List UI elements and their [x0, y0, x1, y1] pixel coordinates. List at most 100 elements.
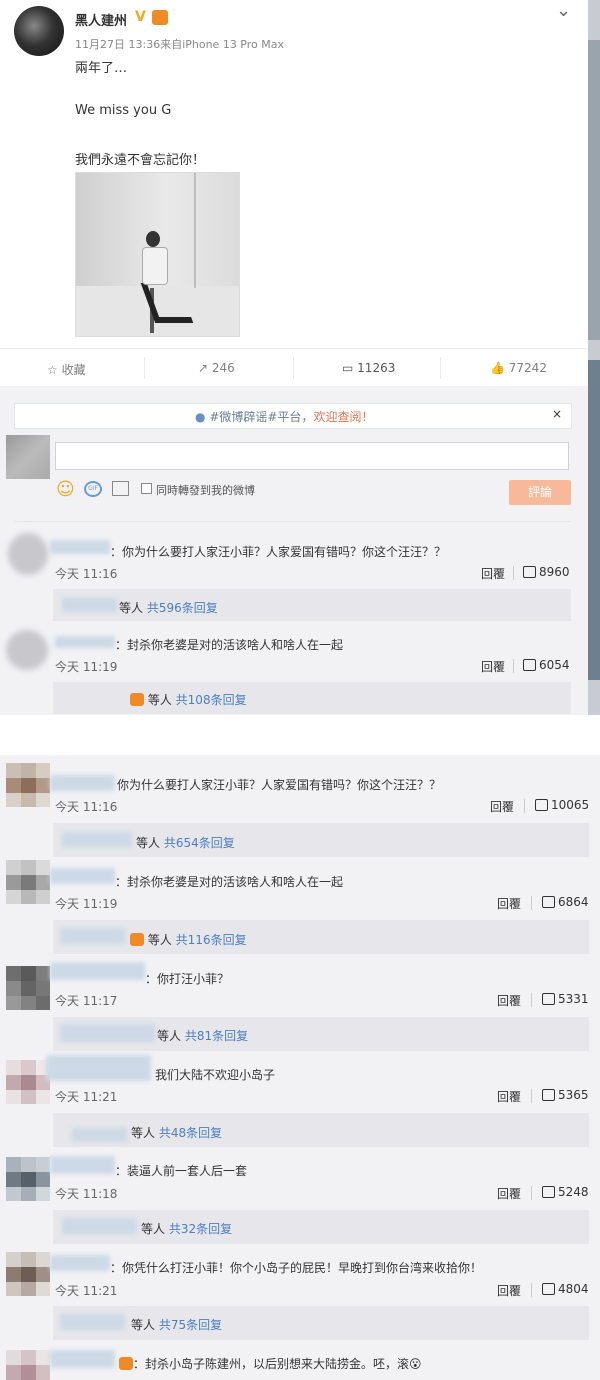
comment-time: 今天 11:17 — [55, 994, 118, 1008]
username-blurred[interactable] — [50, 868, 115, 884]
reply-summary-text[interactable]: 等人 共108条回复 — [130, 691, 247, 708]
comment-like[interactable]: 5248 — [542, 1185, 589, 1199]
comment-text: 你为什么要打人家汪小菲？人家爱国有错吗？你这个汪汪？？ — [117, 778, 442, 792]
reply-summary-text[interactable]: 等人 共32条回复 — [141, 1220, 232, 1237]
chevron-down-icon[interactable]: ⌄ — [556, 0, 571, 21]
notice-link[interactable]: 欢迎查阅！ — [313, 410, 373, 424]
avatar[interactable] — [6, 966, 50, 1010]
info-icon: ● — [195, 410, 206, 424]
action-bar: ☆ 收藏 ↗ 246 ▭ 11263 👍 77242 — [0, 348, 588, 386]
avatar[interactable] — [6, 860, 50, 904]
username-blurred[interactable] — [55, 636, 115, 648]
avatar[interactable] — [6, 1350, 50, 1380]
comment-like[interactable]: 10065 — [535, 798, 589, 812]
comment-time: 今天 11:16 — [55, 567, 118, 581]
username-blurred[interactable] — [50, 1350, 115, 1368]
reply-button[interactable]: 回覆 — [497, 895, 521, 912]
post-photo[interactable] — [75, 172, 240, 337]
comment-text: ：你凭什么打汪小菲！你个小岛子的屁民！早晚打到你台湾来收拾你！ — [110, 1261, 483, 1275]
close-icon[interactable]: × — [552, 407, 562, 421]
medal-icon — [130, 933, 144, 946]
verified-icon: V — [135, 9, 146, 25]
comment-time: 今天 11:21 — [55, 1090, 118, 1104]
divider — [15, 521, 571, 522]
username-blurred[interactable] — [50, 1156, 115, 1174]
reply-button[interactable]: 回覆 — [481, 658, 505, 675]
reply-button[interactable]: 回覆 — [490, 798, 514, 815]
notice-text: ● #微博辟谣#平台，欢迎查阅！ — [195, 410, 374, 424]
comment-time: 今天 11:19 — [55, 660, 118, 674]
thumbs-up-icon — [523, 566, 536, 578]
medal-icon — [119, 1357, 133, 1370]
comment-like[interactable]: 8960 — [523, 565, 570, 579]
post-meta: 11月27日 13:36来自iPhone 13 Pro Max — [75, 38, 284, 51]
comment-text: ：你打汪小菲？ — [145, 972, 230, 986]
forward-count: 246 — [211, 361, 235, 375]
comment-time: 今天 11:19 — [55, 897, 118, 911]
reply-summary-text[interactable]: 等人 共654条回复 — [136, 834, 235, 851]
comment-text: 我们大陆不欢迎小岛子 — [155, 1068, 276, 1082]
comment-input[interactable] — [55, 442, 569, 470]
username-blurred[interactable] — [46, 1055, 151, 1081]
gif-icon[interactable]: GIF — [84, 481, 102, 497]
sync-checkbox[interactable] — [141, 483, 152, 494]
reply-summary-text[interactable]: 等人 共48条回复 — [131, 1124, 222, 1141]
avatar[interactable] — [6, 630, 48, 670]
avatar[interactable] — [6, 1060, 50, 1104]
medal-icon — [152, 10, 168, 25]
like-count: 77242 — [508, 361, 547, 375]
comment-like[interactable]: 5365 — [542, 1088, 589, 1102]
author-avatar[interactable] — [14, 6, 64, 56]
reply-button[interactable]: 回覆 — [481, 565, 505, 582]
thumbs-up-icon — [542, 993, 555, 1005]
reply-button[interactable]: 回覆 — [497, 1088, 521, 1105]
forward-icon: ↗ — [198, 361, 209, 375]
username-blurred[interactable] — [50, 1255, 110, 1271]
comment-like[interactable]: 5331 — [542, 992, 589, 1006]
background-strip — [588, 0, 600, 715]
thumbs-up-icon: 👍 — [490, 361, 505, 375]
comment-text: ：你为什么要打人家汪小菲？人家爱国有错吗？你这个汪汪？？ — [110, 545, 447, 559]
comment-action[interactable]: ▭ 11263 — [342, 361, 395, 375]
reply-summary-text[interactable]: 等人 共75条回复 — [131, 1316, 222, 1333]
reply-button[interactable]: 回覆 — [497, 992, 521, 1009]
thumbs-up-icon — [542, 1089, 555, 1101]
sync-label: 同時轉發到我的微博 — [156, 484, 255, 497]
comment-like[interactable]: 6864 — [542, 895, 589, 909]
emoji-icon[interactable]: ☺ — [56, 479, 75, 500]
like-action[interactable]: 👍 77242 — [490, 361, 547, 375]
medal-icon — [130, 693, 144, 706]
reply-summary-text[interactable]: 等人 共81条回复 — [157, 1027, 248, 1044]
comment-icon: ▭ — [342, 361, 354, 375]
comment-text: ：封杀小岛子陈建州，以后别想来大陆捞金。呸，滚😮 — [119, 1355, 422, 1372]
reply-button[interactable]: 回覆 — [497, 1185, 521, 1202]
avatar[interactable] — [6, 1157, 50, 1201]
comment-text: ：封杀你老婆是对的活该啥人和啥人在一起 — [115, 875, 344, 889]
username-blurred[interactable] — [50, 775, 115, 791]
avatar[interactable] — [6, 1252, 50, 1296]
reply-summary-text[interactable]: 等人 共116条回复 — [130, 931, 247, 948]
image-icon[interactable] — [112, 481, 129, 496]
star-icon: ☆ — [47, 363, 58, 377]
submit-button[interactable]: 評論 — [509, 480, 571, 505]
post-text-line-3: 我們永遠不會忘記你！ — [75, 153, 206, 168]
username-blurred[interactable] — [50, 540, 110, 554]
comment-time: 今天 11:16 — [55, 800, 118, 814]
thumbs-up-icon — [535, 799, 548, 811]
reply-summary-text[interactable]: 等人 共596条回复 — [119, 599, 218, 616]
author-name[interactable]: 黑人建州 — [75, 10, 127, 29]
post-text-line-2: We miss you G — [75, 103, 172, 118]
avatar[interactable] — [8, 533, 48, 575]
favorite-action[interactable]: ☆ 收藏 — [47, 361, 86, 378]
comment-like[interactable]: 6054 — [523, 658, 570, 672]
my-avatar — [6, 435, 50, 479]
reply-summary[interactable] — [53, 823, 589, 857]
post-text-line-1: 兩年了… — [75, 61, 128, 76]
forward-action[interactable]: ↗ 246 — [198, 361, 235, 375]
reply-button[interactable]: 回覆 — [497, 1282, 521, 1299]
comment-like[interactable]: 4804 — [542, 1282, 589, 1296]
username-blurred[interactable] — [50, 962, 145, 980]
thumbs-up-icon — [542, 896, 555, 908]
comment-text: ：封杀你老婆是对的活该啥人和啥人在一起 — [115, 638, 344, 652]
avatar[interactable] — [6, 763, 50, 807]
